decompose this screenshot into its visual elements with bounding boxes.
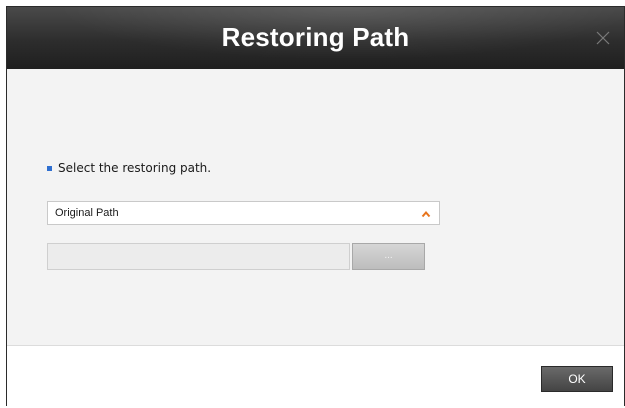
dialog-content: Select the restoring path. Original Path… (7, 69, 624, 345)
square-bullet-icon (47, 165, 52, 171)
browse-button[interactable]: ... (352, 243, 425, 270)
ok-button[interactable]: OK (541, 366, 613, 392)
restore-path-input[interactable] (47, 243, 350, 270)
dialog-titlebar: Restoring Path (7, 7, 624, 69)
chevron-up-icon (421, 210, 431, 218)
dialog-title: Restoring Path (221, 22, 410, 52)
close-button[interactable] (594, 29, 612, 47)
restoring-path-dialog: Restoring Path Select the restoring path… (6, 6, 625, 408)
instruction-row: Select the restoring path. (47, 161, 211, 175)
dialog-footer: OK (7, 345, 624, 408)
close-icon (596, 31, 610, 45)
restore-path-selected-value: Original Path (55, 207, 119, 219)
instruction-text: Select the restoring path. (58, 161, 212, 175)
restore-path-select[interactable]: Original Path (47, 201, 440, 225)
